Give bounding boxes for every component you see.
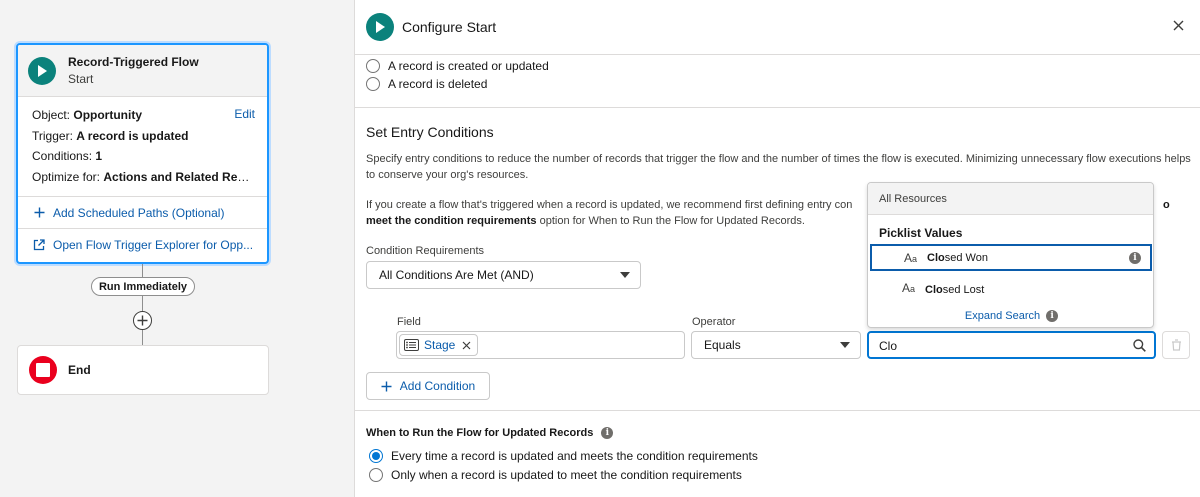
chevron-down-icon [620, 272, 630, 278]
info-icon: i [1046, 310, 1059, 322]
all-resources-header[interactable]: All Resources [868, 183, 1153, 215]
dropdown-option-closed-lost[interactable]: Aa Closed Lost [870, 276, 1152, 303]
section-divider [355, 107, 1200, 108]
note-text-tail: o [1163, 199, 1170, 211]
close-button[interactable] [1170, 17, 1186, 33]
operator-label: Operator [692, 316, 736, 328]
radio-button[interactable] [366, 77, 380, 91]
object-row: Object: Opportunity [32, 105, 254, 126]
panel-header: Configure Start [355, 0, 1200, 55]
conditions-row: Conditions: 1 [32, 146, 254, 167]
optimize-value: Actions and Related Rec... [103, 169, 254, 184]
edit-link[interactable]: Edit [234, 107, 255, 121]
flow-canvas: Record-Triggered Flow Start Object: Oppo… [0, 0, 354, 497]
delete-condition-button[interactable] [1162, 331, 1190, 359]
when-option-only-when-updated[interactable]: Only when a record is updated to meet th… [369, 468, 742, 482]
plus-icon [137, 315, 148, 326]
entry-conditions-title: Set Entry Conditions [366, 124, 494, 140]
trigger-option-deleted[interactable]: A record is deleted [366, 77, 487, 91]
optimize-label: Optimize for: [32, 169, 101, 184]
start-element-subtitle: Start [68, 72, 94, 86]
picklist-values-heading: Picklist Values [879, 226, 963, 240]
end-element-card[interactable]: End [17, 345, 269, 395]
when-to-run-label: When to Run the Flow for Updated Records [366, 427, 594, 439]
selected-value: All Conditions Are Met (AND) [379, 268, 534, 282]
play-icon [366, 13, 394, 41]
option-label: Closed Lost [925, 283, 985, 296]
radio-label: Only when a record is updated to meet th… [391, 468, 742, 482]
trigger-row: Trigger: A record is updated [32, 126, 254, 147]
conditions-label: Conditions: [32, 149, 93, 163]
field-label: Field [397, 316, 421, 328]
start-element-details: Object: Opportunity Trigger: A record is… [18, 97, 267, 197]
radio-label: Every time a record is updated and meets… [391, 449, 758, 463]
connector-line [142, 264, 143, 277]
note-text: option for When to Run the Flow for Upda… [536, 215, 805, 227]
optimize-row: Optimize for: Actions and Related Rec... [32, 167, 254, 188]
expand-search-label: Expand Search [964, 310, 1041, 322]
radio-button[interactable] [369, 468, 383, 482]
selected-value: Equals [704, 338, 741, 352]
connector-line [142, 330, 143, 345]
list-icon [404, 339, 419, 351]
entry-conditions-description: Specify entry conditions to reduce the n… [366, 153, 1191, 181]
field-pill-label: Stage [424, 338, 456, 352]
conditions-value: 1 [95, 149, 103, 163]
add-condition-button[interactable]: Add Condition [366, 372, 490, 400]
section-divider [355, 410, 1200, 411]
value-input-text: Clo [879, 339, 898, 353]
when-to-run-title: When to Run the Flow for Updated Records… [366, 427, 614, 439]
open-trigger-explorer-link[interactable]: Open Flow Trigger Explorer for Opp... [18, 229, 267, 261]
stop-icon [29, 356, 57, 384]
value-search-input[interactable]: Clo [867, 331, 1156, 359]
trigger-option-created-or-updated[interactable]: A record is created or updated [366, 59, 549, 73]
add-condition-label: Add Condition [399, 379, 476, 393]
open-trigger-explorer-label: Open Flow Trigger Explorer for Opp... [53, 238, 254, 252]
radio-button[interactable] [366, 59, 380, 73]
radio-button[interactable] [369, 449, 383, 463]
object-label: Object: [32, 108, 71, 122]
add-scheduled-paths-label: Add Scheduled Paths (Optional) [53, 205, 225, 220]
radio-label: A record is created or updated [388, 59, 549, 73]
start-element-card[interactable]: Record-Triggered Flow Start Object: Oppo… [16, 43, 269, 264]
trash-icon [1171, 339, 1181, 351]
external-link-icon [32, 239, 46, 251]
when-option-every-time[interactable]: Every time a record is updated and meets… [369, 449, 758, 463]
info-icon[interactable]: i [601, 427, 614, 439]
text-type-icon: Aa [902, 281, 916, 295]
expand-search-link[interactable]: Expand Search i [868, 310, 1155, 322]
condition-requirements-select[interactable]: All Conditions Are Met (AND) [366, 261, 641, 289]
plus-icon [32, 207, 46, 218]
remove-icon[interactable] [462, 341, 471, 350]
run-immediately-label: Run Immediately [91, 277, 195, 296]
radio-label: A record is deleted [388, 77, 488, 91]
start-element-title: Record-Triggered Flow [68, 55, 199, 69]
field-pill[interactable]: Stage [399, 334, 479, 356]
dropdown-option-closed-won[interactable]: Aa Closed Won i [870, 244, 1152, 271]
object-value: Opportunity [73, 108, 143, 122]
plus-icon [381, 381, 392, 392]
start-element-header: Record-Triggered Flow Start [18, 45, 267, 97]
trigger-value: A record is updated [76, 128, 189, 143]
note-text: If you create a flow that's triggered wh… [366, 199, 853, 211]
trigger-label: Trigger: [32, 128, 73, 143]
add-scheduled-paths-link[interactable]: Add Scheduled Paths (Optional) [18, 197, 267, 229]
play-icon [28, 56, 56, 85]
connector-line [142, 296, 143, 311]
resource-picker-dropdown: All Resources Picklist Values Aa Closed … [867, 182, 1154, 328]
operator-select[interactable]: Equals [691, 331, 861, 359]
panel-title: Configure Start [402, 19, 497, 35]
add-element-button[interactable] [133, 311, 152, 330]
text-type-icon: Aa [904, 251, 918, 265]
condition-requirements-label: Condition Requirements [366, 245, 485, 257]
option-label: Closed Won [927, 251, 988, 264]
chevron-down-icon [840, 342, 850, 348]
note-bold-text: meet the condition requirements [366, 215, 537, 227]
info-icon[interactable]: i [1129, 252, 1141, 264]
field-input[interactable]: Stage [396, 331, 685, 359]
search-icon [1133, 339, 1146, 355]
end-element-label: End [68, 363, 91, 377]
close-icon [1173, 20, 1183, 30]
